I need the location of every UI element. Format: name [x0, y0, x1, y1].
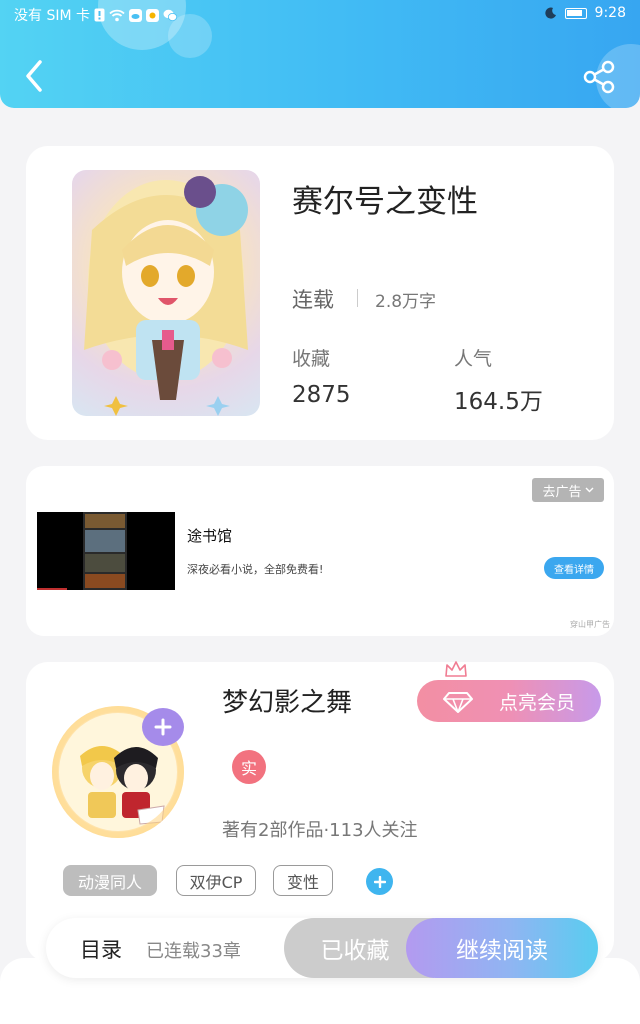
verified-badge: 实 [232, 750, 266, 784]
tag-item[interactable]: 动漫同人 [63, 865, 157, 896]
share-button[interactable] [580, 58, 620, 96]
author-name: 梦幻影之舞 [222, 688, 353, 718]
cover-illustration [84, 176, 248, 416]
plus-icon [373, 875, 386, 888]
header-bar: 没有 SIM 卡 9:28 [0, 0, 640, 108]
crown-icon [445, 661, 467, 677]
tag-item[interactable]: 双伊CP [176, 865, 256, 896]
plus-icon [154, 718, 172, 736]
ad-card[interactable]: 去广告 途书馆 深夜必看小说，全部免费看! 查看详情 穿山甲广告 [26, 466, 614, 636]
status-divider [357, 289, 358, 307]
chapter-count: 已连载33章 [146, 941, 241, 962]
cloud-app-icon [129, 8, 142, 22]
book-title: 赛尔号之变性 [292, 184, 478, 220]
author-card: 梦幻影之舞 点亮会员 实 著有2部作品·113人关注 动漫同人 双伊CP 变性 [26, 661, 614, 962]
remove-ad-label: 去广告 [542, 484, 582, 500]
book-info-card: 赛尔号之变性 连载 2.8万字 收藏 2875 人气 164.5万 [26, 146, 614, 440]
continue-reading-button[interactable]: 继续阅读 [406, 918, 598, 978]
status-bar: 没有 SIM 卡 9:28 [0, 0, 640, 30]
bottom-action-bar: 目录 已连载33章 已收藏 继续阅读 [46, 918, 598, 978]
share-icon [583, 60, 615, 94]
book-cover-image[interactable] [72, 170, 260, 416]
weather-app-icon [146, 8, 159, 22]
book-word-count: 2.8万字 [375, 292, 437, 312]
clock-text: 9:28 [594, 5, 626, 21]
ad-details-button[interactable]: 查看详情 [544, 557, 604, 579]
chevron-down-icon [585, 487, 593, 493]
moon-icon [544, 7, 556, 19]
tag-item[interactable]: 变性 [273, 865, 333, 896]
ad-title: 途书馆 [187, 527, 233, 545]
book-status: 连载 [292, 288, 334, 312]
favorites-label: 收藏 [292, 348, 331, 370]
chevron-left-icon [26, 60, 42, 92]
back-button[interactable] [18, 56, 54, 96]
add-tag-button[interactable] [366, 868, 393, 895]
popularity-label: 人气 [454, 348, 493, 370]
ad-thumbnail[interactable] [37, 512, 175, 590]
diamond-icon [443, 692, 473, 713]
vip-membership-button[interactable]: 点亮会员 [417, 680, 601, 722]
author-stats: 著有2部作品·113人关注 [222, 820, 418, 841]
ad-description: 深夜必看小说，全部免费看! [187, 563, 324, 576]
battery-icon [564, 7, 587, 19]
wechat-icon [163, 9, 177, 21]
carrier-text: 没有 SIM 卡 [14, 8, 90, 24]
popularity-value: 164.5万 [454, 389, 543, 415]
sim-alert-icon [94, 8, 105, 22]
table-of-contents-button[interactable]: 目录 [80, 934, 122, 964]
remove-ad-button[interactable]: 去广告 [532, 478, 604, 502]
vip-button-label: 点亮会员 [498, 691, 575, 714]
ad-thumbnail-image [37, 512, 175, 590]
follow-author-button[interactable] [142, 708, 184, 746]
wifi-icon [109, 9, 125, 21]
favorites-value: 2875 [292, 382, 351, 408]
ad-source-label: 穿山甲广告 [570, 620, 610, 629]
